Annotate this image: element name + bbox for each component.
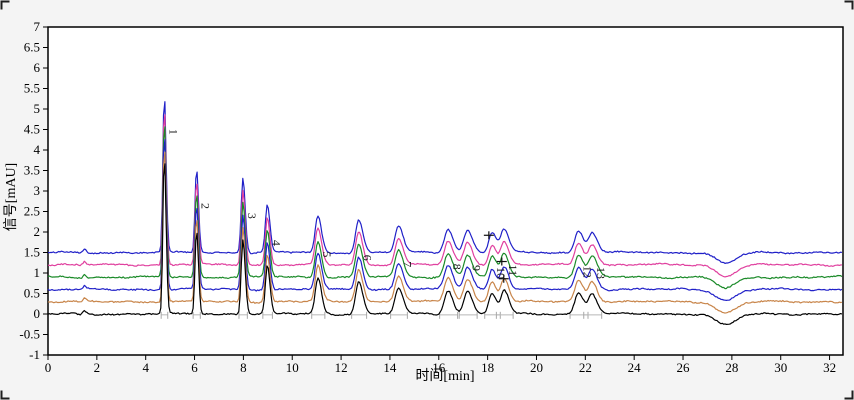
x-tick-label: 26 (677, 360, 691, 375)
chromatogram-window: -1-0.500.511.522.533.544.555.566.57 0246… (0, 0, 854, 400)
x-tick-label: 10 (286, 360, 299, 375)
y-tick-label: 2 (34, 224, 41, 239)
y-tick-label: 4.5 (24, 122, 40, 137)
x-tick-label: 4 (142, 360, 149, 375)
peak-label-12: 12 (580, 266, 594, 278)
y-tick-label: 6 (34, 60, 41, 75)
x-tick-label: 14 (383, 360, 397, 375)
x-tick-label: 12 (335, 360, 348, 375)
x-tick-label: 28 (725, 360, 738, 375)
y-tick-label: 5.5 (24, 81, 40, 96)
y-tick-label: 3 (34, 183, 41, 198)
y-tick-label: 1.5 (24, 245, 40, 260)
y-tick-label: 1 (34, 265, 41, 280)
y-tick-label: 5 (34, 101, 41, 116)
x-tick-label: 18 (481, 360, 494, 375)
y-tick-label: 0.5 (24, 286, 40, 301)
y-tick-label: 0 (34, 306, 41, 321)
x-tick-label: 2 (94, 360, 101, 375)
peak-label-13: 13 (594, 267, 608, 279)
x-tick-label: 22 (579, 360, 592, 375)
peak-label-6: 6 (361, 255, 375, 261)
peak-label-9: 9 (470, 265, 484, 271)
y-tick-label: 3.5 (24, 163, 40, 178)
x-tick-label: 6 (191, 360, 198, 375)
x-tick-label: 20 (530, 360, 543, 375)
x-tick-label: 24 (628, 360, 642, 375)
peak-label-10: 10 (494, 267, 508, 279)
peak-label-1: 1 (166, 129, 180, 135)
peak-label-11: 11 (506, 265, 520, 277)
peak-label-3: 3 (245, 213, 259, 219)
y-tick-label: 7 (34, 19, 41, 34)
peak-label-5: 5 (320, 251, 334, 257)
chromatogram-chart: -1-0.500.511.522.533.544.555.566.57 0246… (0, 0, 854, 400)
peak-label-2: 2 (198, 203, 212, 209)
peak-label-8: 8 (450, 264, 464, 270)
y-tick-label: 4 (34, 142, 41, 157)
y-tick-label: 2.5 (24, 204, 40, 219)
x-axis-title: 时间[min] (415, 368, 474, 384)
x-tick-label: 30 (774, 360, 787, 375)
peak-label-4: 4 (269, 240, 283, 246)
x-tick-label: 0 (45, 360, 52, 375)
y-axis-title: 信号[mAU] (3, 163, 19, 231)
x-tick-label: 8 (240, 360, 247, 375)
y-tick-label: -1 (29, 347, 40, 362)
y-tick-label: -0.5 (19, 327, 40, 342)
peak-label-7: 7 (400, 261, 414, 267)
x-tick-label: 32 (823, 360, 836, 375)
y-tick-label: 6.5 (24, 40, 40, 55)
